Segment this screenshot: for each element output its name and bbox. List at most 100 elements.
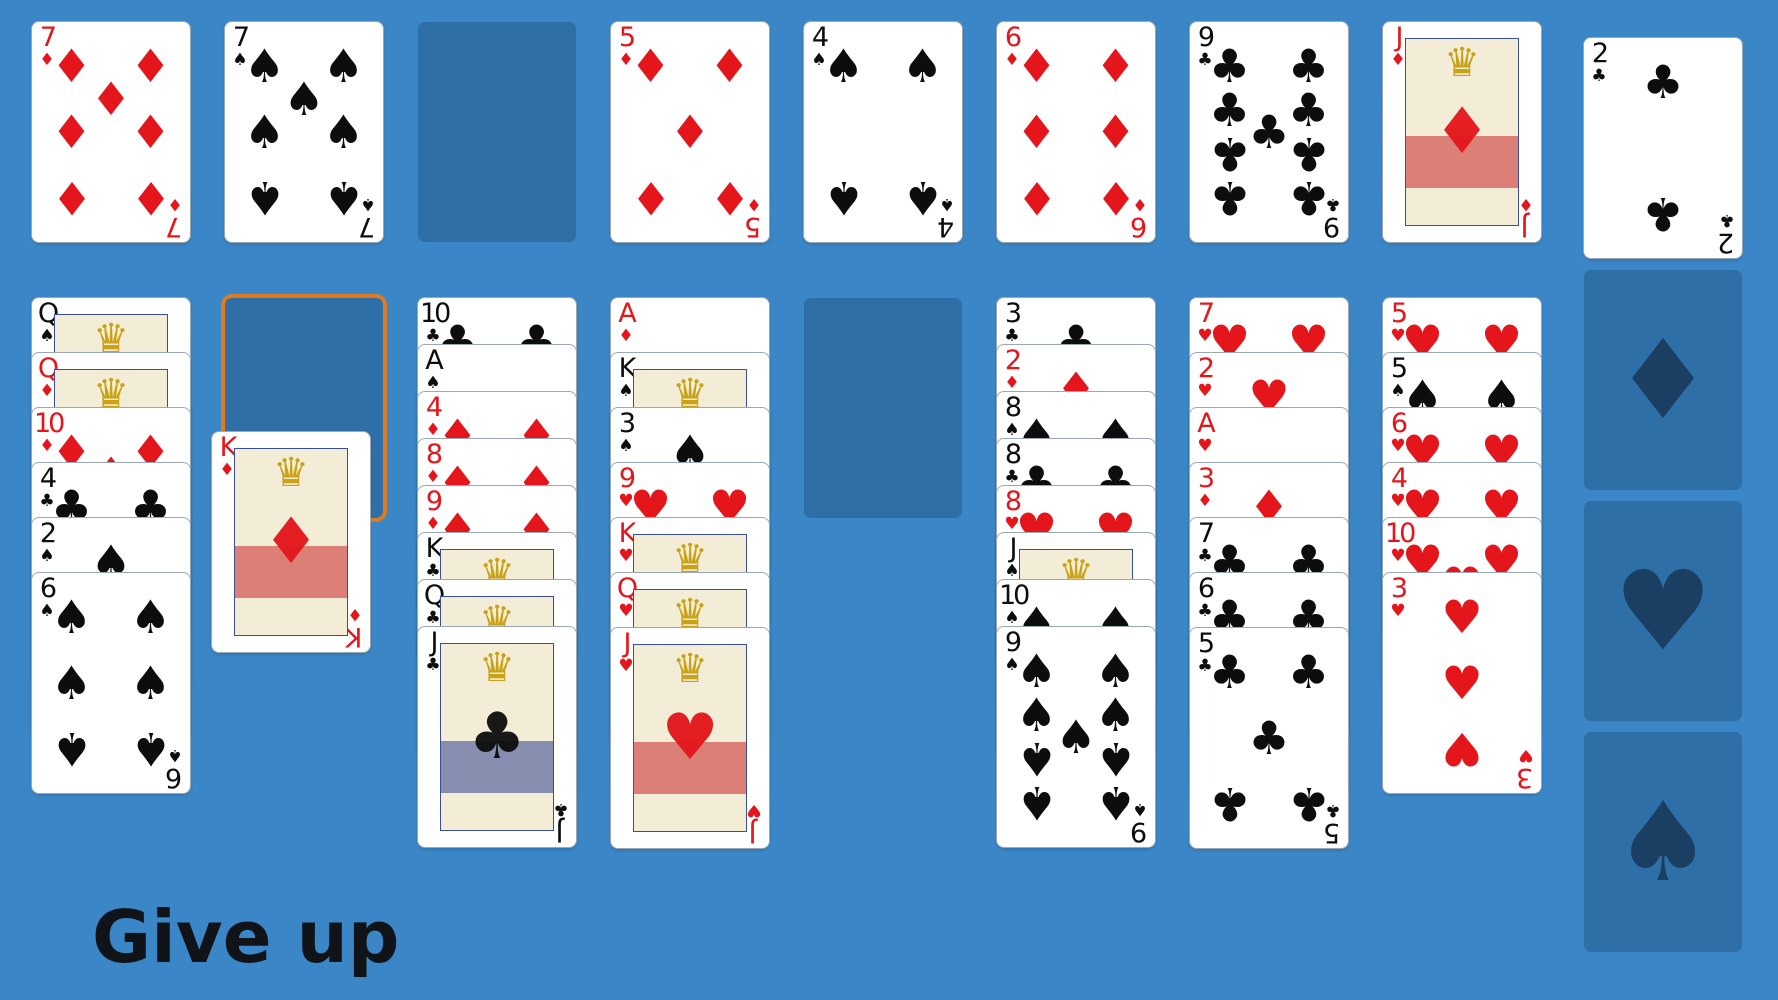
club-icon: ♣ <box>468 700 526 774</box>
diamond-icon: ♦ <box>1094 105 1137 159</box>
empty-cell-slot[interactable] <box>418 22 576 242</box>
diamond-icon: ♦ <box>708 39 751 93</box>
spade-icon: ♠ <box>322 171 365 225</box>
diamond-icon: ♦ <box>669 105 711 159</box>
heart-icon: ♥ <box>1613 547 1713 675</box>
club-icon: ♣ <box>1287 777 1330 831</box>
crown-icon: ♛ <box>479 645 515 691</box>
spade-icon: ♠ <box>50 590 93 644</box>
court-figure: ♛♣ <box>440 643 554 831</box>
club-icon: ♣ <box>1719 210 1735 230</box>
card-rank: A <box>618 298 636 329</box>
playing-card[interactable]: 4 ♠ 4 ♠ ♠ ♠ ♠ ♠ <box>804 22 962 242</box>
club-icon: ♣ <box>1591 66 1607 86</box>
card-rank: 2 <box>39 518 57 549</box>
card-corner-top: 2 ♠ <box>34 520 60 565</box>
spade-icon: ♠ <box>1094 776 1137 830</box>
card-rank: 2 <box>1719 227 1735 258</box>
playing-card[interactable]: 5 ♦ 5 ♦ ♦ ♦ ♦ ♦ ♦ <box>611 22 769 242</box>
card-corner-top: A ♥ <box>1192 410 1218 455</box>
card-corner-top: 3 ♥ <box>1385 575 1411 620</box>
card-rank: 3 <box>1390 573 1408 604</box>
foundation-slot[interactable]: ♠ <box>1584 732 1742 952</box>
crown-icon: ♛ <box>672 646 708 692</box>
diamond-icon: ♦ <box>50 39 93 93</box>
court-figure: ♛♦ <box>234 448 348 636</box>
empty-tableau-slot[interactable] <box>804 298 962 518</box>
spade-icon: ♠ <box>283 72 325 126</box>
card-rank: 2 <box>1197 353 1215 384</box>
playing-card[interactable]: 5 ♣ 5 ♣ ♣ ♣ ♣ ♣ ♣ <box>1190 628 1348 848</box>
diamond-icon: ♦ <box>90 72 132 126</box>
foundation-slot[interactable]: ♦ <box>1584 270 1742 490</box>
spade-icon: ♠ <box>425 373 441 393</box>
court-figure: ♛♦ <box>1405 38 1519 226</box>
club-icon: ♣ <box>1208 645 1251 699</box>
club-icon: ♣ <box>1642 187 1684 241</box>
dragged-card[interactable]: K ♦ K ♦ ♛ ♦ <box>212 432 370 652</box>
spade-icon: ♠ <box>50 656 93 710</box>
playing-card[interactable]: 3 ♥ 3 ♥ ♥ ♥ ♥ <box>1383 573 1541 793</box>
club-icon: ♣ <box>1287 645 1330 699</box>
playing-card[interactable]: 6 ♠ 6 ♠ ♠ ♠ ♠ ♠ ♠ ♠ <box>32 573 190 793</box>
diamond-icon: ♦ <box>1015 105 1058 159</box>
diamond-icon: ♦ <box>262 505 320 579</box>
diamond-icon: ♦ <box>1197 491 1213 511</box>
card-rank: 2 <box>1591 38 1609 69</box>
playing-card[interactable]: 9 ♣ 9 ♣ ♣ ♣ ♣ ♣ ♣ ♣ ♣ ♣ ♣ <box>1190 22 1348 242</box>
heart-icon: ♥ <box>1390 601 1406 621</box>
spade-icon: ♠ <box>901 39 944 93</box>
club-icon: ♣ <box>1004 326 1020 346</box>
card-corner-top: 3 ♣ <box>999 300 1025 345</box>
card-rank: A <box>425 345 443 376</box>
diamond-icon: ♦ <box>1433 95 1491 169</box>
club-icon: ♣ <box>1642 55 1684 109</box>
diamond-icon: ♦ <box>1613 316 1713 444</box>
playing-card[interactable]: 7 ♠ 7 ♠ ♠ ♠ ♠ ♠ ♠ ♠ ♠ <box>225 22 383 242</box>
give-up-button[interactable]: Give up <box>92 895 399 979</box>
diamond-icon: ♦ <box>50 171 93 225</box>
spade-icon: ♠ <box>822 171 865 225</box>
heart-icon: ♥ <box>1197 436 1213 456</box>
card-rank: 2 <box>1004 345 1022 376</box>
spade-icon: ♠ <box>129 590 172 644</box>
spade-icon: ♠ <box>322 39 365 93</box>
heart-icon: ♥ <box>1197 381 1213 401</box>
card-corner-top: 2 ♦ <box>999 347 1025 392</box>
card-rank: A <box>1197 408 1215 439</box>
heart-icon: ♥ <box>1441 590 1483 644</box>
spade-icon: ♠ <box>50 722 93 776</box>
card-corner-top: 3 ♦ <box>1192 465 1218 510</box>
heart-icon: ♥ <box>1441 656 1483 710</box>
spade-icon: ♠ <box>901 171 944 225</box>
diamond-icon: ♦ <box>129 171 172 225</box>
card-corner-top: 3 ♠ <box>613 410 639 455</box>
playing-card[interactable]: J ♣ J ♣ ♛ ♣ <box>418 627 576 847</box>
court-figure: ♛♥ <box>633 644 747 832</box>
diamond-icon: ♦ <box>629 39 672 93</box>
playing-card[interactable]: 7 ♦ 7 ♦ ♦ ♦ ♦ ♦ ♦ ♦ ♦ <box>32 22 190 242</box>
playing-card[interactable]: J ♦ J ♦ ♛ ♦ <box>1383 22 1541 242</box>
club-icon: ♣ <box>1248 711 1290 765</box>
club-icon: ♣ <box>1287 171 1330 225</box>
heart-icon: ♥ <box>661 701 719 775</box>
card-rank: 3 <box>1004 298 1022 329</box>
card-corner-top: 2 ♥ <box>1192 355 1218 400</box>
card-rank: 3 <box>1197 463 1215 494</box>
diamond-icon: ♦ <box>1094 171 1137 225</box>
club-icon: ♣ <box>1208 171 1251 225</box>
foundation-slot[interactable]: ♥ <box>1584 501 1742 721</box>
playing-card[interactable]: J ♥ J ♥ ♛ ♥ <box>611 628 769 848</box>
diamond-icon: ♦ <box>50 105 93 159</box>
diamond-icon: ♦ <box>129 39 172 93</box>
diamond-icon: ♦ <box>708 171 751 225</box>
diamond-icon: ♦ <box>129 105 172 159</box>
card-corner-top: A ♠ <box>420 347 446 392</box>
diamond-icon: ♦ <box>1094 39 1137 93</box>
playing-card[interactable]: 9 ♠ 9 ♠ ♠ ♠ ♠ ♠ ♠ ♠ ♠ ♠ ♠ <box>997 627 1155 847</box>
crown-icon: ♛ <box>1444 40 1480 86</box>
spade-icon: ♠ <box>618 436 634 456</box>
playing-card[interactable]: 6 ♦ 6 ♦ ♦ ♦ ♦ ♦ ♦ ♦ <box>997 22 1155 242</box>
spade-icon: ♠ <box>243 39 286 93</box>
foundation-card[interactable]: 2 ♣ 2 ♣ ♣ ♣ <box>1584 38 1742 258</box>
